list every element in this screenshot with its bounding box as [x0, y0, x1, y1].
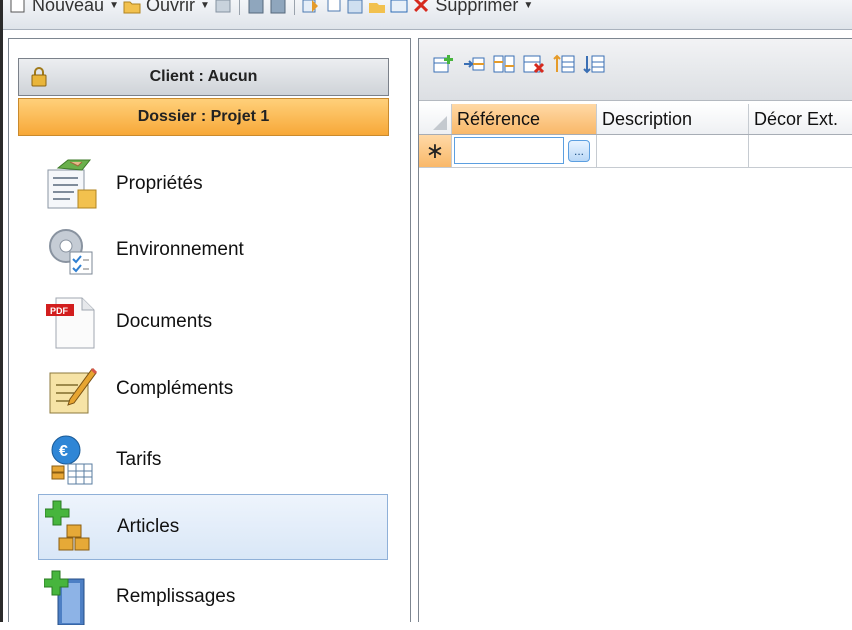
nav-item-environnement[interactable]: Environnement: [38, 217, 388, 283]
split-columns-icon[interactable]: [493, 54, 515, 74]
lock-icon: [31, 67, 47, 87]
open-button[interactable]: Ouvrir ▼: [123, 0, 210, 16]
client-bar[interactable]: Client : Aucun: [18, 58, 389, 96]
save-all-icon[interactable]: [269, 0, 287, 14]
export-icon[interactable]: [302, 0, 320, 14]
paste-icon[interactable]: [346, 0, 364, 14]
column-header-reference[interactable]: Référence: [452, 104, 597, 134]
new-button-label: Nouveau: [32, 0, 105, 15]
browse-button[interactable]: ...: [568, 140, 590, 162]
folder-open-icon: [123, 1, 141, 13]
nav-item-proprietes[interactable]: Propriétés: [38, 151, 388, 217]
main-toolbar: Nouveau ▼ Ouvrir ▼ ✕ Supprimer ▼: [3, 0, 852, 30]
nav-item-label: Propriétés: [116, 173, 203, 194]
insert-row-icon[interactable]: [463, 54, 485, 74]
column-header-decor-ext[interactable]: Décor Ext.: [749, 104, 852, 134]
save-icon[interactable]: [247, 0, 265, 14]
nav-item-articles[interactable]: Articles: [38, 494, 388, 560]
chevron-down-icon: ▼: [523, 0, 534, 11]
new-row-indicator: ∗: [419, 135, 452, 167]
svg-text:€: €: [59, 443, 68, 460]
chevron-down-icon: ▼: [199, 0, 210, 11]
properties-small-icon[interactable]: [390, 0, 408, 14]
euro-pricing-icon: €: [51, 435, 93, 485]
new-button[interactable]: Nouveau ▼: [9, 0, 119, 16]
nav-item-label: Articles: [117, 516, 180, 537]
delete-button-label: Supprimer: [435, 0, 519, 15]
new-row: ∗ ...: [419, 135, 852, 168]
nav-item-label: Remplissages: [116, 586, 236, 607]
move-down-icon[interactable]: [583, 54, 605, 74]
refresh-icon[interactable]: [214, 0, 232, 14]
add-fill-icon: [44, 570, 85, 625]
column-header-description[interactable]: Description: [597, 104, 749, 134]
reference-input[interactable]: [454, 137, 564, 164]
delete-x-icon: ✕: [411, 0, 431, 18]
description-cell[interactable]: [597, 135, 749, 167]
chevron-down-icon: ▼: [109, 0, 119, 11]
nav-item-label: Compléments: [116, 378, 234, 399]
move-up-icon[interactable]: [553, 54, 575, 74]
new-document-icon: [10, 0, 25, 12]
notepad-pencil-icon: [49, 367, 98, 414]
nav-item-remplissages[interactable]: Remplissages: [38, 564, 388, 630]
nav-item-documents[interactable]: PDF Documents: [38, 289, 388, 355]
nav-item-label: Documents: [116, 311, 213, 332]
properties-icon: [47, 159, 97, 209]
decor-ext-cell[interactable]: [749, 135, 852, 167]
select-all-corner[interactable]: [419, 104, 452, 134]
nav-item-label: Tarifs: [116, 449, 162, 470]
grid-header-row: Référence Description Décor Ext.: [419, 104, 852, 135]
delete-button[interactable]: ✕ Supprimer ▼: [412, 0, 533, 19]
nav-item-label: Environnement: [116, 239, 244, 260]
toolbar-separator: [238, 0, 240, 15]
grid-toolbar: [419, 39, 852, 101]
nav-item-tarifs[interactable]: € Tarifs: [38, 427, 388, 493]
toolbar-separator: [293, 0, 295, 15]
copy-icon[interactable]: [324, 0, 342, 14]
delete-row-icon[interactable]: [523, 54, 545, 74]
pdf-document-icon: PDF: [46, 297, 95, 349]
environment-icon: [49, 229, 93, 275]
add-articles-icon: [45, 500, 90, 551]
reference-cell: ...: [452, 135, 597, 167]
client-label: Client : Aucun: [149, 68, 258, 85]
move-icon[interactable]: [368, 0, 386, 14]
add-row-icon[interactable]: [433, 54, 455, 74]
dossier-label: Dossier : Projet 1: [137, 108, 270, 125]
nav-item-complements[interactable]: Compléments: [38, 356, 388, 422]
dossier-bar[interactable]: Dossier : Projet 1: [18, 98, 389, 136]
open-button-label: Ouvrir: [145, 0, 195, 15]
svg-text:PDF: PDF: [50, 306, 69, 316]
